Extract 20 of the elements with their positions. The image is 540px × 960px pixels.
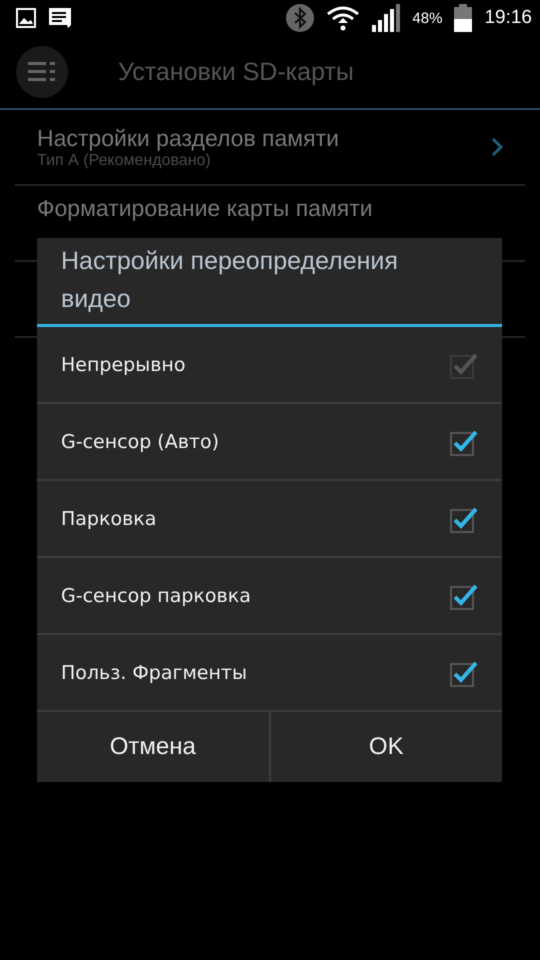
setting-subtitle: Тип А (Рекомендовано) <box>37 152 212 170</box>
option-label[interactable]: G-сенсор парковка <box>61 584 450 606</box>
wifi-icon <box>326 5 360 31</box>
screen-title: Установки SD-карты <box>118 58 354 86</box>
setting-title[interactable]: Форматирование карты памяти <box>37 195 503 222</box>
menu-icon <box>28 61 56 83</box>
clock: 19:16 <box>484 7 532 29</box>
battery-icon <box>454 4 472 32</box>
option-label[interactable]: Парковка <box>61 508 450 530</box>
dialog-title: Настройки переопределения видео <box>37 238 502 327</box>
picture-icon <box>16 8 36 28</box>
chevron-icon <box>491 137 503 157</box>
option-label[interactable]: G-сенсор (Авто) <box>61 430 450 452</box>
battery-percent: 48% <box>412 10 442 26</box>
menu-button[interactable] <box>16 46 68 98</box>
bluetooth-icon <box>286 4 314 32</box>
signal-icon <box>372 4 400 32</box>
setting-title[interactable]: Настройки разделов памяти <box>37 124 491 152</box>
message-icon <box>48 7 72 29</box>
option-label[interactable]: Польз. Фрагменты <box>61 662 450 684</box>
